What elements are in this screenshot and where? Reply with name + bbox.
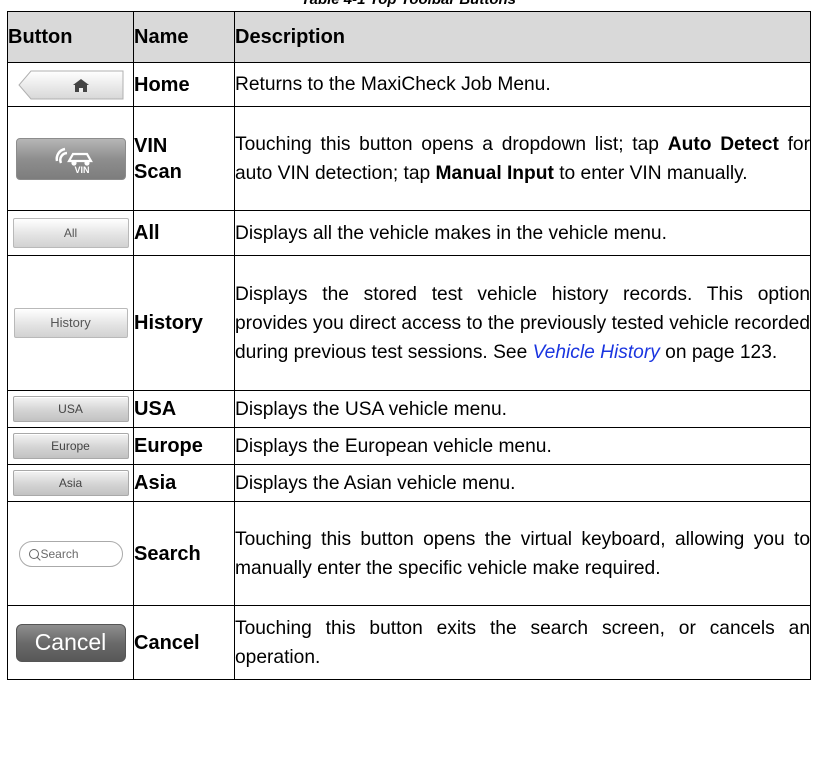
usa-button[interactable]: USA [12,396,129,422]
row-name: Europe [133,427,235,465]
row-name: VIN Scan [133,106,235,211]
button-cell: Search [7,501,134,606]
button-cell: USA [7,390,134,428]
button-cell: VIN [7,106,134,211]
button-cell: Cancel [7,605,134,680]
vin-scan-button[interactable]: VIN [15,137,126,180]
table-row: Search Search Touching this button opens… [7,501,811,606]
desc-part: to enter VIN manually. [553,162,748,184]
table-row: VIN VIN Scan Touching this button opens … [7,106,811,211]
header-description: Description [234,11,811,63]
table-header-row: Button Name Description [7,11,811,63]
home-icon [17,70,123,99]
table-row: Europe Europe Displays the European vehi… [7,427,811,465]
row-name: USA [133,390,235,428]
button-cell: All [7,210,134,256]
row-description: Touching this button opens the virtual k… [234,501,811,606]
europe-button[interactable]: Europe [12,433,129,459]
row-description: Displays the stored test vehicle history… [234,255,811,391]
button-cell: History [7,255,134,391]
table-row: History History Displays the stored test… [7,255,811,391]
vehicle-history-link[interactable]: Vehicle History [533,342,660,363]
desc-part: Touching this button opens a dropdown li… [235,133,668,155]
vin-scan-icon: VIN [55,147,93,175]
svg-text:VIN: VIN [74,165,89,175]
all-button[interactable]: All [12,218,129,248]
row-description: Displays all the vehicle makes in the ve… [234,210,811,256]
header-name: Name [133,11,235,63]
table-row: Home Returns to the MaxiCheck Job Menu. [7,62,811,107]
desc-bold-auto-detect: Auto Detect [667,133,779,155]
row-description: Returns to the MaxiCheck Job Menu. [234,62,811,107]
search-button[interactable]: Search [18,540,123,567]
row-name: Asia [133,464,235,502]
button-cell: Asia [7,464,134,502]
row-description: Touching this button exits the search sc… [234,605,811,680]
top-toolbar-buttons-table: Button Name Description Home Returns to … [7,11,811,680]
row-name: Search [133,501,235,606]
table-row: USA USA Displays the USA vehicle menu. [7,390,811,428]
desc-bold-manual-input: Manual Input [435,162,554,184]
row-description: Displays the USA vehicle menu. [234,390,811,428]
home-button[interactable] [17,70,125,100]
table-caption: Table 4-1 Top Toolbar Buttons [0,0,817,8]
header-button: Button [7,11,134,63]
row-name-line1: VIN [134,134,168,157]
button-cell [7,62,134,107]
row-name-line2: Scan [134,160,182,183]
asia-button[interactable]: Asia [12,470,129,496]
desc-part: on page 123. [659,341,778,363]
row-description: Touching this button opens a dropdown li… [234,106,811,211]
search-icon [28,548,39,559]
row-name: Home [133,62,235,107]
table-caption-text: Table 4-1 Top Toolbar Buttons [301,0,516,8]
button-cell: Europe [7,427,134,465]
row-name: History [133,255,235,391]
table-row: Asia Asia Displays the Asian vehicle men… [7,464,811,502]
table-row: All All Displays all the vehicle makes i… [7,210,811,256]
history-button[interactable]: History [13,308,128,338]
search-button-label: Search [40,546,79,561]
table-row: Cancel Cancel Touching this button exits… [7,605,811,680]
cancel-button[interactable]: Cancel [15,623,126,662]
row-description: Displays the European vehicle menu. [234,427,811,465]
row-name: Cancel [133,605,235,680]
row-description: Displays the Asian vehicle menu. [234,464,811,502]
row-name: All [133,210,235,256]
